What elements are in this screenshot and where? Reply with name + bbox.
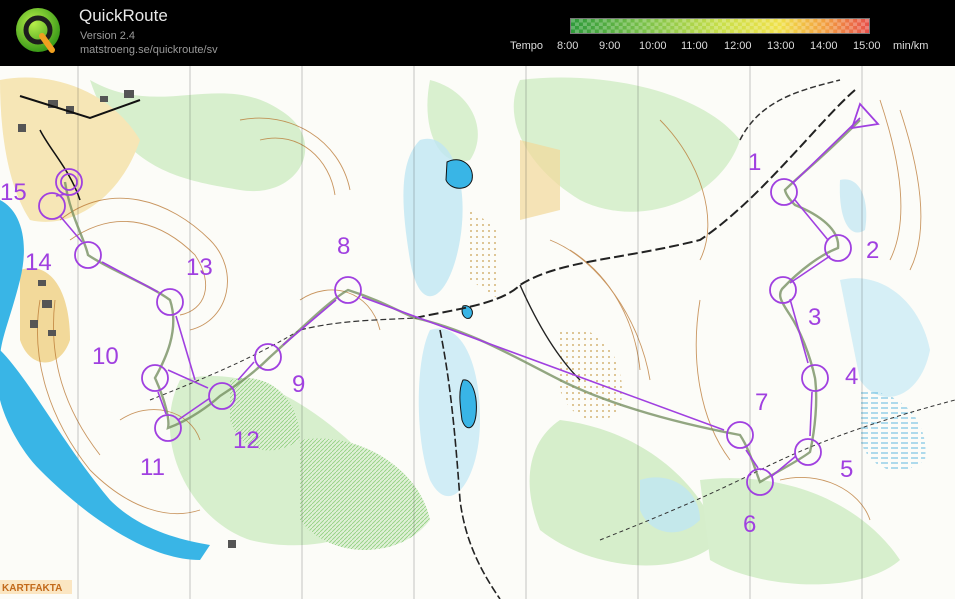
control-number: 6 <box>743 511 756 538</box>
control-number: 14 <box>25 249 52 276</box>
control-number: 5 <box>840 456 853 483</box>
control-number: 9 <box>292 371 305 398</box>
app-title: QuickRoute <box>79 6 168 25</box>
control-number: 11 <box>140 454 165 481</box>
pace-color-bar <box>570 18 870 34</box>
control-number: 10 <box>92 343 119 370</box>
app-version: Version 2.4 <box>80 30 136 42</box>
quickroute-logo-icon <box>16 8 60 53</box>
pace-tick: 10:00 <box>639 40 667 52</box>
app-header: QuickRoute Version 2.4 matstroeng.se/qui… <box>0 0 955 66</box>
pace-tick: 9:00 <box>599 40 621 52</box>
control-number: 15 <box>0 179 27 206</box>
orienteering-map[interactable]: 1 2 3 4 5 6 7 8 9 10 11 12 13 14 15 KART… <box>0 66 955 599</box>
pace-tick: 8:00 <box>557 40 579 52</box>
pace-label: Tempo <box>510 40 544 52</box>
control-number: 8 <box>337 233 350 260</box>
control-number: 3 <box>808 304 821 331</box>
pace-tick: 12:00 <box>724 40 752 52</box>
pace-tick: 14:00 <box>810 40 838 52</box>
control-number: 13 <box>186 254 213 281</box>
pace-unit: min/km <box>893 40 929 52</box>
map-credit: KARTFAKTA <box>2 583 62 594</box>
pace-tick: 13:00 <box>767 40 795 52</box>
control-number: 7 <box>755 389 768 416</box>
control-number: 4 <box>845 363 858 390</box>
pace-tick: 15:00 <box>853 40 881 52</box>
control-number: 1 <box>748 149 761 176</box>
pace-tick: 11:00 <box>681 40 708 52</box>
app-url: matstroeng.se/quickroute/sv <box>80 44 218 56</box>
control-number: 12 <box>233 427 260 454</box>
pace-legend: Tempo 8:00 9:00 10:00 11:00 12:00 13:00 … <box>500 40 950 54</box>
control-number: 2 <box>866 237 879 264</box>
